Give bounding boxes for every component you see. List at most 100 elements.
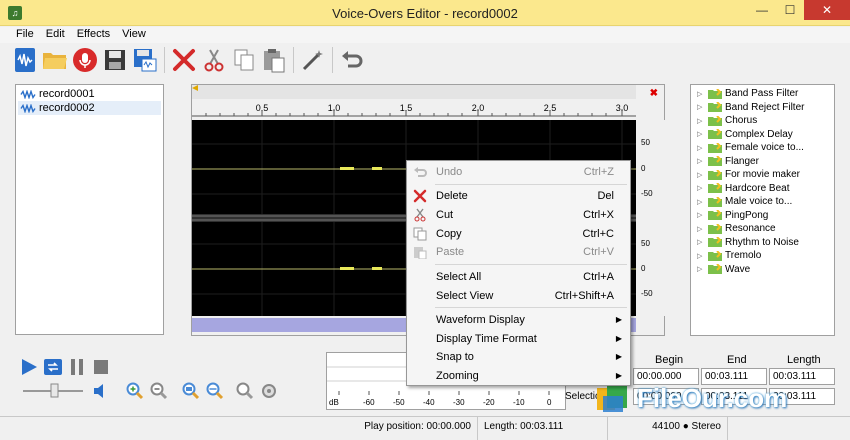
toolbar-separator (164, 47, 165, 73)
expand-arrow-icon[interactable]: ▷ (697, 198, 705, 206)
menu-view[interactable]: View (116, 27, 152, 43)
effect-item[interactable]: ▷ Band Reject Filter (697, 101, 834, 115)
pause-button[interactable] (67, 357, 87, 377)
effect-item[interactable]: ▷ Complex Delay (697, 128, 834, 142)
folder-icon (708, 142, 722, 153)
menu-item-select-all[interactable]: Select All Ctrl+A (407, 268, 630, 286)
cut-button[interactable] (199, 45, 229, 75)
ruler-label: 2.5 (543, 103, 557, 113)
status-bar: Play position: 00:00.000 Length: 00:03.1… (0, 416, 850, 440)
menu-file[interactable]: File (10, 27, 40, 43)
begin-header: Begin (655, 354, 684, 366)
folder-icon (708, 129, 722, 140)
menu-item-waveform-display[interactable]: Waveform Display ▶ (407, 311, 630, 329)
menu-item-shortcut: Ctrl+C (582, 228, 614, 240)
db-label: -20 (483, 398, 495, 407)
menu-item-copy[interactable]: Copy Ctrl+C (407, 225, 630, 243)
menu-item-delete[interactable]: Delete Del (407, 187, 630, 205)
effect-item[interactable]: ▷ For movie maker (697, 168, 834, 182)
close-editor-icon[interactable]: ✖ (650, 88, 658, 99)
zoom-reset-button[interactable] (259, 381, 279, 401)
delete-button[interactable] (169, 45, 199, 75)
expand-arrow-icon[interactable]: ▷ (697, 252, 705, 260)
menu-item-zooming[interactable]: Zooming ▶ (407, 367, 630, 385)
menu-item-label: Select All (436, 271, 482, 283)
record-button[interactable] (70, 45, 100, 75)
effect-item[interactable]: ▷ Wave (697, 263, 834, 277)
zoom-selection-button[interactable] (181, 381, 201, 401)
effect-item[interactable]: ▷ Chorus (697, 114, 834, 128)
menu-separator (435, 264, 627, 265)
menu-item-snap-to[interactable]: Snap to ▶ (407, 348, 630, 366)
effect-item[interactable]: ▷ Hardcore Beat (697, 182, 834, 196)
zoom-all-icon (236, 382, 254, 400)
menu-item-label: Paste (436, 246, 465, 258)
stop-button[interactable] (91, 357, 111, 377)
effect-item[interactable]: ▷ Band Pass Filter (697, 87, 834, 101)
menu-item-cut[interactable]: Cut Ctrl+X (407, 206, 630, 224)
expand-arrow-icon[interactable]: ▷ (697, 211, 705, 219)
expand-arrow-icon[interactable]: ▷ (697, 144, 705, 152)
menu-edit[interactable]: Edit (40, 27, 71, 43)
save-button[interactable] (100, 45, 130, 75)
expand-arrow-icon[interactable]: ▷ (697, 157, 705, 165)
effect-item[interactable]: ▷ PingPong (697, 209, 834, 223)
folder-icon (708, 237, 722, 248)
time-ruler[interactable]: 0.5 1.0 1.5 2.0 2.5 3.0 (192, 85, 636, 117)
copy-icon (234, 49, 254, 71)
scale-label: 0 (641, 164, 646, 173)
expand-arrow-icon[interactable]: ▷ (697, 238, 705, 246)
expand-arrow-icon[interactable]: ▷ (697, 130, 705, 138)
waveform-icon (20, 89, 36, 99)
expand-arrow-icon[interactable]: ▷ (697, 171, 705, 179)
expand-arrow-icon[interactable]: ▷ (697, 184, 705, 192)
loop-button[interactable] (43, 357, 63, 377)
expand-arrow-icon[interactable]: ▷ (697, 265, 705, 273)
menu-item-label: Delete (436, 190, 468, 202)
expand-arrow-icon[interactable]: ▷ (697, 225, 705, 233)
maximize-button[interactable]: ☐ (776, 0, 804, 20)
effect-item[interactable]: ▷ Flanger (697, 155, 834, 169)
zoom-out-button[interactable] (149, 381, 169, 401)
context-menu: Undo Ctrl+Z Delete Del Cut Ctrl+X Copy C… (406, 160, 631, 386)
effect-item[interactable]: ▷ Rhythm to Noise (697, 236, 834, 250)
amplitude-scale: 50 0 -50 50 0 -50 (637, 120, 665, 316)
zoom-in-button[interactable] (125, 381, 145, 401)
zoom-fit-icon (206, 382, 224, 400)
volume-button[interactable] (91, 381, 111, 401)
delete-icon (413, 189, 427, 203)
open-button[interactable] (40, 45, 70, 75)
minimize-button[interactable]: — (748, 0, 776, 20)
save-as-button[interactable] (130, 45, 160, 75)
list-item[interactable]: record0001 (18, 87, 161, 101)
effect-item[interactable]: ▷ Male voice to... (697, 195, 834, 209)
undo-button[interactable] (337, 45, 367, 75)
folder-icon (708, 88, 722, 99)
menu-effects[interactable]: Effects (71, 27, 116, 43)
effect-label: Male voice to... (725, 196, 793, 208)
list-item[interactable]: record0002 (18, 101, 161, 115)
new-record-button[interactable] (10, 45, 40, 75)
play-icon (22, 359, 37, 375)
copy-icon (413, 227, 427, 241)
paste-button[interactable] (259, 45, 289, 75)
play-button[interactable] (19, 357, 39, 377)
menu-item-paste[interactable]: Paste Ctrl+V (407, 243, 630, 261)
effects-button[interactable] (298, 45, 328, 75)
menu-item-undo[interactable]: Undo Ctrl+Z (407, 163, 630, 181)
effect-label: Chorus (725, 115, 758, 127)
menu-item-select-view[interactable]: Select View Ctrl+Shift+A (407, 287, 630, 305)
zoom-fit-button[interactable] (205, 381, 225, 401)
expand-arrow-icon[interactable]: ▷ (697, 103, 705, 111)
effect-item[interactable]: ▷ Female voice to... (697, 141, 834, 155)
expand-arrow-icon[interactable]: ▷ (697, 90, 705, 98)
effect-label: Band Reject Filter (725, 101, 805, 113)
effect-item[interactable]: ▷ Tremolo (697, 249, 834, 263)
copy-button[interactable] (229, 45, 259, 75)
menu-item-time-format[interactable]: Display Time Format ▶ (407, 330, 630, 348)
expand-arrow-icon[interactable]: ▷ (697, 117, 705, 125)
effect-item[interactable]: ▷ Resonance (697, 222, 834, 236)
volume-slider[interactable] (21, 382, 85, 398)
zoom-all-button[interactable] (235, 381, 255, 401)
close-button[interactable]: ✕ (804, 0, 850, 20)
